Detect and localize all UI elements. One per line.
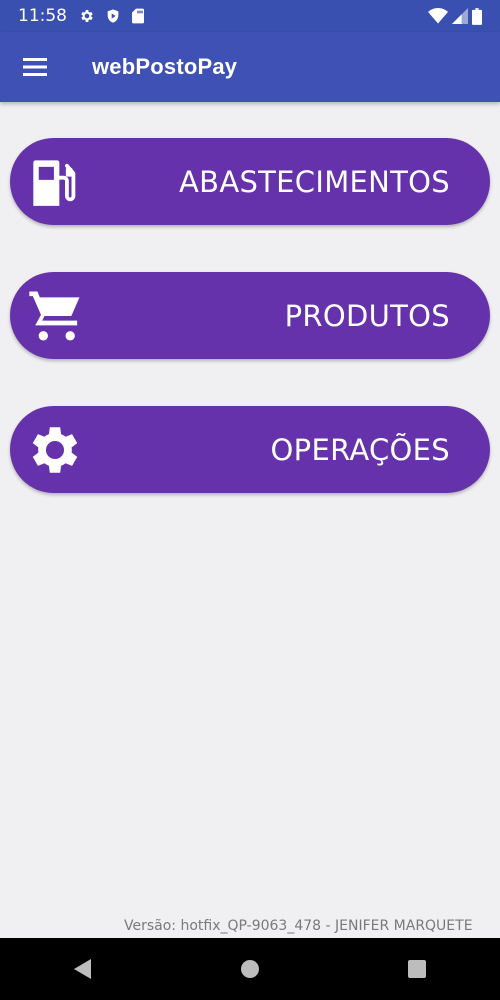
hamburger-menu-icon <box>23 58 47 76</box>
main-menu: ABASTECIMENTOS PRODUTOS OPERAÇÕES <box>10 138 490 540</box>
produtos-button[interactable]: PRODUTOS <box>10 272 490 359</box>
version-text: Versão: hotfix_QP-9063_478 - JENIFER MAR… <box>124 918 473 934</box>
status-icons-right <box>428 7 482 25</box>
app-bar: webPostoPay <box>0 32 500 102</box>
back-button[interactable] <box>53 939 113 999</box>
abastecimentos-label: ABASTECIMENTOS <box>178 164 450 199</box>
operacoes-label: OPERAÇÕES <box>270 432 450 467</box>
status-time: 11:58 <box>18 6 67 26</box>
gear-icon <box>24 419 86 481</box>
app-title: webPostoPay <box>92 54 238 79</box>
abastecimentos-button[interactable]: ABASTECIMENTOS <box>10 138 490 225</box>
operacoes-button[interactable]: OPERAÇÕES <box>10 406 490 493</box>
produtos-label: PRODUTOS <box>284 298 450 333</box>
shield-icon <box>105 8 121 24</box>
hamburger-menu-button[interactable] <box>18 49 54 85</box>
back-icon <box>74 959 92 979</box>
home-icon <box>240 960 259 978</box>
recents-icon <box>407 960 426 978</box>
battery-icon <box>472 7 482 25</box>
fuel-pump-icon <box>24 151 86 213</box>
status-icons-left <box>79 8 145 24</box>
home-button[interactable] <box>220 939 280 999</box>
navigation-bar <box>0 938 500 1000</box>
sd-card-icon <box>131 8 145 24</box>
wifi-icon <box>428 8 448 24</box>
signal-icon <box>452 8 468 24</box>
shopping-cart-icon <box>24 285 86 347</box>
recents-button[interactable] <box>387 939 447 999</box>
gear-icon <box>79 8 95 24</box>
status-bar: 11:58 <box>0 0 500 32</box>
